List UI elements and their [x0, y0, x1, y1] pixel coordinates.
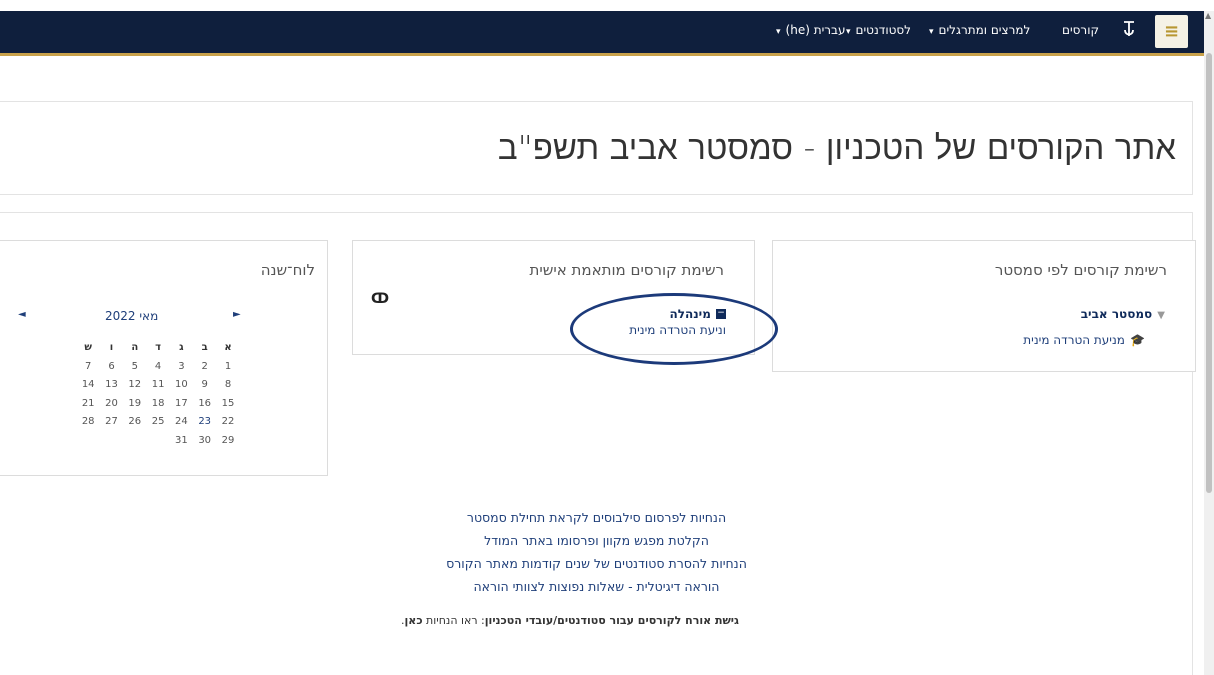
- calendar-day[interactable]: 5: [124, 361, 146, 372]
- caret-down-icon: ▼: [1157, 310, 1165, 321]
- nav-students[interactable]: לסטודנטים ▾: [846, 23, 911, 37]
- personal-course-link[interactable]: וניעת הטרדה מינית: [629, 323, 726, 337]
- calendar-day[interactable]: 10: [170, 379, 192, 390]
- semester-node[interactable]: ▼ סמסטר אביב: [1081, 303, 1165, 322]
- calendar-day[interactable]: 7: [77, 361, 99, 372]
- calendar-day[interactable]: 20: [101, 398, 123, 409]
- calendar-day[interactable]: 15: [217, 398, 239, 409]
- graduation-cap-icon: 🎓: [1130, 333, 1145, 347]
- calendar-day[interactable]: 27: [101, 416, 123, 427]
- calendar-day[interactable]: 2: [194, 361, 216, 372]
- technion-logo-icon[interactable]: [1120, 20, 1138, 44]
- calendar-weekday: א: [224, 342, 232, 353]
- chevron-down-icon: ▾: [776, 27, 781, 37]
- nav-courses-label: קורסים: [1062, 23, 1099, 37]
- info-link[interactable]: הנחיות לפרסום סילבוסים לקראת תחילת סמסטר: [0, 506, 1193, 529]
- calendar-day[interactable]: 17: [170, 398, 192, 409]
- calendar-day[interactable]: 6: [101, 361, 123, 372]
- hamburger-icon: ≡: [1163, 21, 1180, 42]
- calendar-weekday: ב: [201, 342, 208, 353]
- calendar-day[interactable]: 31: [170, 435, 192, 446]
- semester-label: סמסטר אביב: [1080, 307, 1153, 321]
- navbar: ≡ קורסים למרצים ומתרגלים ▾ לסטודנטים ▾ עבר…: [0, 11, 1214, 56]
- calendar-day[interactable]: 25: [147, 416, 169, 427]
- calendar-weekday: ד: [155, 342, 162, 353]
- category-node[interactable]: − מינהלה: [669, 303, 726, 322]
- chevron-down-icon: ▾: [929, 27, 934, 37]
- calendar-month-label: מאי 2022: [105, 309, 159, 323]
- calendar-day[interactable]: 9: [194, 379, 216, 390]
- toggle-icon[interactable]: ↀ: [371, 291, 389, 307]
- calendar-day[interactable]: 13: [101, 379, 123, 390]
- calendar-day[interactable]: 14: [77, 379, 99, 390]
- guest-access-text: : ראו הנחיות: [422, 614, 485, 627]
- calendar-day[interactable]: 1: [217, 361, 239, 372]
- calendar-day[interactable]: 23: [194, 416, 216, 427]
- chevron-down-icon: ▾: [846, 27, 851, 37]
- calendar-weekday: ה: [131, 342, 139, 353]
- calendar-title: לוח־שנה: [260, 261, 315, 279]
- calendar-day[interactable]: 26: [124, 416, 146, 427]
- calendar-day[interactable]: 11: [147, 379, 169, 390]
- page-title: אתר הקורסים של הטכניון - סמסטר אביב תשפ"…: [497, 128, 1176, 167]
- calendar-day[interactable]: 30: [194, 435, 216, 446]
- hamburger-menu-button[interactable]: ≡: [1155, 15, 1188, 48]
- calendar-day[interactable]: 4: [147, 361, 169, 372]
- guest-access-bold: גישת אורח לקורסים עבור סטודנטים/עובדי הט…: [484, 614, 739, 627]
- guest-access-line: גישת אורח לקורסים עבור סטודנטים/עובדי הט…: [0, 614, 1140, 627]
- calendar-day[interactable]: 16: [194, 398, 216, 409]
- personal-courses-title: רשימת קורסים מותאמת אישית: [529, 261, 724, 279]
- calendar-day[interactable]: 12: [124, 379, 146, 390]
- calendar-day[interactable]: 29: [217, 435, 239, 446]
- arrow-right-icon[interactable]: ►: [233, 309, 241, 320]
- calendar-weekday: ג: [179, 342, 184, 353]
- calendar-weekday: ש: [84, 342, 92, 353]
- semester-course-link[interactable]: 🎓 מניעת הטרדה מינית: [1023, 329, 1145, 348]
- personal-courses-block: רשימת קורסים מותאמת אישית ↀ − מינהלה וני…: [352, 240, 755, 355]
- calendar-day[interactable]: 19: [124, 398, 146, 409]
- calendar-day[interactable]: 3: [170, 361, 192, 372]
- calendar-day[interactable]: 21: [77, 398, 99, 409]
- nav-lecturers[interactable]: למרצים ומתרגלים ▾: [929, 23, 1030, 37]
- semester-courses-block: רשימת קורסים לפי סמסטר ▼ סמסטר אביב 🎓 מנ…: [772, 240, 1196, 372]
- arrow-left-icon[interactable]: ◄: [18, 309, 26, 320]
- calendar-weekday: ו: [109, 342, 114, 353]
- nav-students-label: לסטודנטים: [855, 23, 911, 37]
- info-link[interactable]: הוראה דיגיטלית - שאלות נפוצות לצוותי הור…: [0, 575, 1193, 598]
- info-link[interactable]: הנחיות להסרת סטודנטים של שנים קודמות מאת…: [0, 552, 1193, 575]
- info-links: הנחיות לפרסום סילבוסים לקראת תחילת סמסטר…: [0, 506, 1193, 598]
- calendar-day[interactable]: 18: [147, 398, 169, 409]
- nav-lecturers-label: למרצים ומתרגלים: [938, 23, 1031, 37]
- calendar-day[interactable]: 22: [217, 416, 239, 427]
- calendar-block: לוח־שנה: [0, 240, 328, 476]
- info-link[interactable]: הקלטת מפגש מקוון ופרסומו באתר המודל: [0, 529, 1193, 552]
- semester-courses-title: רשימת קורסים לפי סמסטר: [994, 261, 1167, 279]
- nav-language-label: עברית (he): [785, 23, 846, 37]
- scrollbar-thumb[interactable]: [1206, 53, 1212, 493]
- calendar-day[interactable]: 24: [170, 416, 192, 427]
- category-label: מינהלה: [669, 307, 711, 321]
- top-strip: [0, 0, 1214, 11]
- page-scrollbar[interactable]: ▲: [1204, 11, 1214, 675]
- scroll-up-icon[interactable]: ▲: [1205, 11, 1211, 20]
- nav-language[interactable]: עברית (he) ▾: [776, 23, 846, 37]
- semester-course-label: מניעת הטרדה מינית: [1023, 333, 1125, 347]
- nav-courses[interactable]: קורסים: [1062, 23, 1099, 37]
- page-header: אתר הקורסים של הטכניון - סמסטר אביב תשפ"…: [0, 101, 1193, 195]
- calendar-day[interactable]: 8: [217, 379, 239, 390]
- calendar-day[interactable]: 28: [77, 416, 99, 427]
- guest-access-link[interactable]: כאן: [405, 614, 423, 627]
- minus-box-icon: −: [716, 307, 726, 319]
